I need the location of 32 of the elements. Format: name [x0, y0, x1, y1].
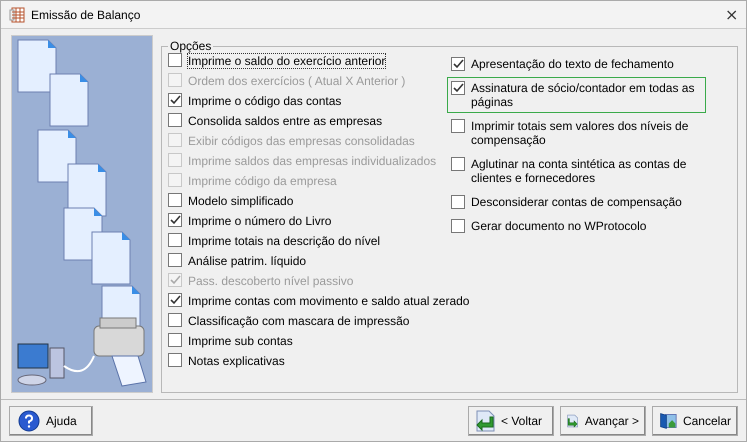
option-checkbox[interactable]: Notas explicativas	[168, 353, 286, 374]
group-title: Opções	[169, 39, 212, 54]
help-button[interactable]: Ajuda	[9, 406, 93, 436]
option-checkbox[interactable]: Imprime sub contas	[168, 333, 294, 354]
option-checkbox[interactable]: Consolida saldos entre as empresas	[168, 113, 384, 134]
option-checkbox[interactable]: Desconsiderar contas de compensação	[447, 191, 706, 214]
option-checkbox[interactable]: Aglutinar na conta sintética as contas de clientes e fornecedores	[447, 153, 706, 190]
option-checkbox[interactable]: Modelo simplificado	[168, 193, 294, 214]
option-checkbox[interactable]: Classificação com mascara de impressão	[168, 313, 410, 334]
option-checkbox[interactable]: Apresentação do texto de fechamento	[447, 53, 706, 76]
option-checkbox[interactable]: Imprime o código das contas	[168, 93, 342, 114]
checkmark-icon	[170, 294, 180, 306]
next-button[interactable]: Avançar >	[560, 406, 646, 436]
checkmark-icon	[452, 82, 464, 94]
checkmark-icon	[452, 58, 464, 70]
option-checkbox[interactable]: Imprime totais na descrição do nível	[168, 233, 382, 254]
option-checkbox[interactable]: Assinatura de sócio/contador em todas as páginas	[447, 77, 706, 114]
cancel-button[interactable]: Cancelar	[652, 406, 738, 436]
option-checkbox[interactable]: Imprime o número do Livro	[168, 213, 332, 234]
option-checkbox[interactable]: Análise patrim. líquido	[168, 253, 308, 274]
help-icon	[18, 410, 40, 432]
checkmark-icon	[170, 214, 180, 226]
spreadsheet-icon	[9, 6, 25, 22]
close-button[interactable]: ⨯	[717, 4, 746, 24]
window-title: Emissão de Balanço	[31, 8, 142, 22]
option-checkbox[interactable]: Imprime contas com movimento e saldo atual zerado	[168, 293, 470, 314]
option-checkbox[interactable]: Gerar documento no WProtocolo	[447, 215, 706, 238]
option-checkbox[interactable]: Imprimir totais sem valores dos níveis de compensação	[447, 115, 706, 152]
back-arrow-icon	[475, 410, 495, 432]
checkmark-icon	[170, 94, 180, 106]
back-button[interactable]: < Voltar	[468, 406, 554, 436]
checkmark-icon	[170, 274, 180, 286]
